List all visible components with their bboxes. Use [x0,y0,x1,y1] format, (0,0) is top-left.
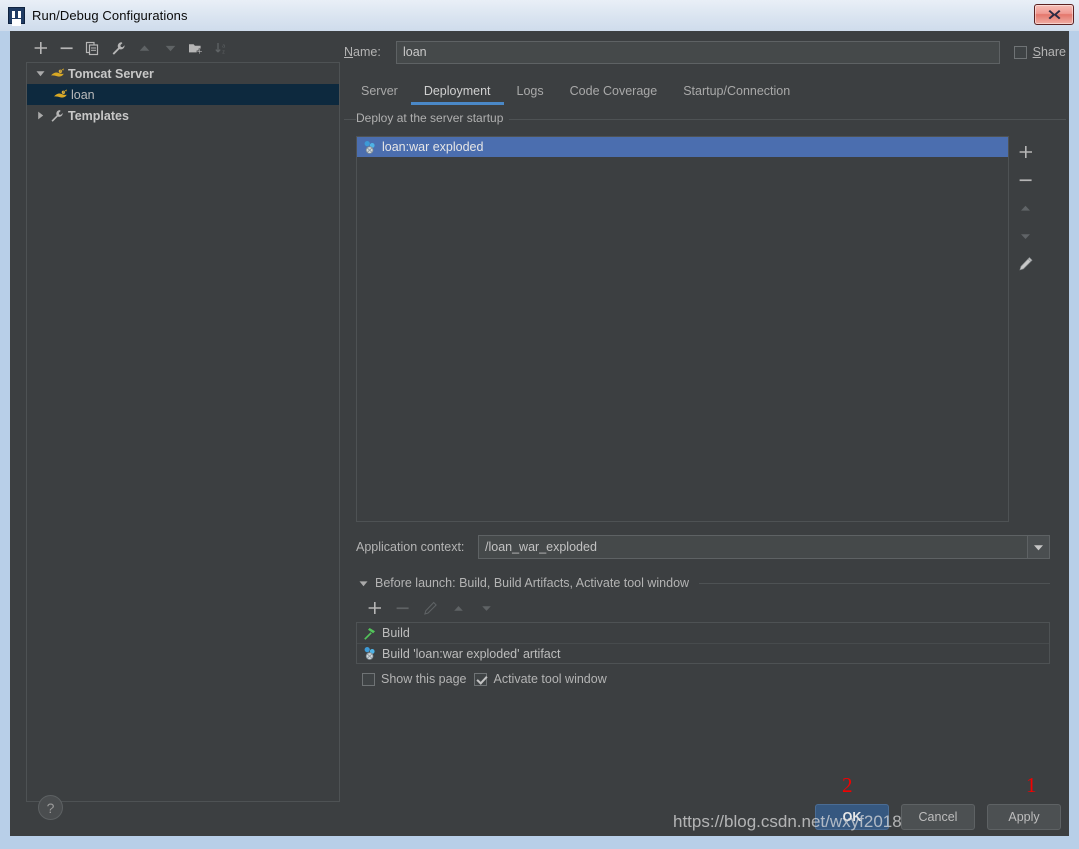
dialog-button-bar: OK Cancel Apply [815,804,1061,830]
folder-add-icon[interactable] [184,38,208,60]
svg-text:z: z [222,49,225,55]
wrench-icon[interactable] [106,38,130,60]
before-launch-task-row[interactable]: Build 'loan:war exploded' artifact [357,643,1049,663]
chevron-down-icon[interactable] [1027,536,1049,558]
tab-startup-connection[interactable]: Startup/Connection [670,80,803,105]
deployment-area: loan:war exploded [356,136,1042,522]
before-launch-divider [699,582,1050,584]
move-artifact-up-button[interactable] [1013,196,1039,220]
add-artifact-button[interactable] [1013,140,1039,164]
close-icon[interactable] [1034,4,1074,25]
sort-az-icon[interactable]: a z [210,38,234,60]
window-title: Run/Debug Configurations [32,8,188,23]
show-this-page-box[interactable] [362,672,375,686]
configurations-panel: a z Tomcat Server loan Templates ? [18,35,340,828]
tab-logs[interactable]: Logs [504,80,557,105]
chevron-down-icon[interactable] [33,67,47,81]
add-configuration-button[interactable] [28,38,52,60]
before-launch-section: Before launch: Build, Build Artifacts, A… [356,576,1050,686]
name-label: Name: [344,45,381,59]
apply-button[interactable]: Apply [987,804,1061,830]
run-debug-configurations-window: Run/Debug Configurations a z Tomcat Serv… [0,0,1079,849]
tree-item-label: Templates [68,108,129,123]
arrow-up-icon[interactable] [132,38,156,60]
share-label: Share [1032,45,1066,59]
tree-item-loan[interactable]: loan [27,84,339,105]
before-launch-toolbar [356,594,1050,622]
intellij-idea-icon [8,7,25,24]
help-button[interactable]: ? [38,795,63,820]
cancel-button[interactable]: Cancel [901,804,975,830]
tree-item-tomcat-server[interactable]: Tomcat Server [27,63,339,84]
share-checkbox[interactable]: Share [1013,45,1066,59]
remove-configuration-button[interactable] [54,38,78,60]
name-row: Name: Share [344,35,1066,65]
tab-deployment[interactable]: Deployment [410,80,504,105]
activate-tool-window-label: Activate tool window [493,672,607,686]
before-launch-header[interactable]: Before launch: Build, Build Artifacts, A… [356,576,1050,590]
before-launch-task-list[interactable]: Build Build 'loan:war exploded' artifact [356,622,1050,664]
deploy-group-title: Deploy at the server startup [356,111,510,125]
task-move-up-button[interactable] [446,597,470,619]
activate-tool-window-checkbox[interactable]: Activate tool window [474,672,607,686]
tomcat-icon [52,87,68,103]
configuration-editor: Name: Share Server Deployment Logs Code … [344,35,1066,828]
add-task-button[interactable] [362,597,386,619]
tree-item-label: loan [71,87,95,102]
arrow-down-icon[interactable] [158,38,182,60]
tab-server[interactable]: Server [348,80,411,105]
deployment-side-toolbar [1009,136,1042,522]
dialog-body: a z Tomcat Server loan Templates ? Name:… [10,31,1069,836]
wrench-icon [49,108,65,124]
tree-item-templates[interactable]: Templates [27,105,339,126]
ok-button[interactable]: OK [815,804,889,830]
artifact-icon [361,646,377,662]
before-launch-title: Before launch: Build, Build Artifacts, A… [375,576,690,590]
artifact-icon [361,139,377,155]
application-context-combo[interactable]: /loan_war_exploded [478,535,1050,559]
before-launch-task-row[interactable]: Build [357,623,1049,643]
remove-artifact-button[interactable] [1013,168,1039,192]
move-artifact-down-button[interactable] [1013,224,1039,248]
name-input[interactable] [396,40,1000,64]
remove-task-button[interactable] [390,597,414,619]
before-launch-options: Show this page Activate tool window [356,672,1050,686]
before-launch-task-label: Build 'loan:war exploded' artifact [382,646,561,661]
chevron-right-icon[interactable] [33,109,47,123]
show-this-page-label: Show this page [381,672,467,686]
deployment-list[interactable]: loan:war exploded [356,136,1009,522]
application-context-label: Application context: [356,540,465,554]
tomcat-icon [49,66,65,82]
application-context-value[interactable]: /loan_war_exploded [479,540,1027,554]
activate-tool-window-box[interactable] [474,672,488,686]
task-move-down-button[interactable] [474,597,498,619]
configuration-tabs: Server Deployment Logs Code Coverage Sta… [344,75,1066,105]
deployment-item-label: loan:war exploded [382,140,484,154]
edit-task-button[interactable] [418,597,442,619]
chevron-down-icon[interactable] [356,576,370,590]
application-context-row: Application context: /loan_war_exploded [356,535,1050,559]
tab-code-coverage[interactable]: Code Coverage [557,80,671,105]
tree-item-label: Tomcat Server [68,66,154,81]
deployment-list-item[interactable]: loan:war exploded [357,137,1008,157]
configurations-tree[interactable]: Tomcat Server loan Templates [26,62,340,802]
title-bar: Run/Debug Configurations [0,0,1079,31]
show-this-page-checkbox[interactable]: Show this page [362,672,466,686]
share-checkbox-box[interactable] [1013,45,1027,59]
copy-icon[interactable] [80,38,104,60]
hammer-icon [361,625,377,641]
edit-artifact-button[interactable] [1013,252,1039,276]
before-launch-task-label: Build [382,626,410,640]
tree-toolbar: a z [18,35,340,62]
deployment-panel: Deploy at the server startup loan:war ex… [344,111,1066,607]
